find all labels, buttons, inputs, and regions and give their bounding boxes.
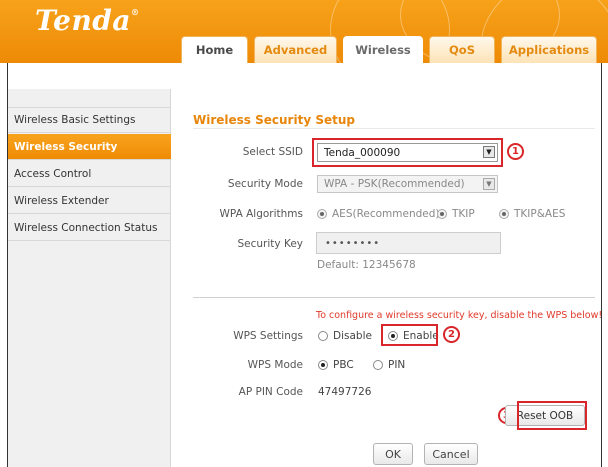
wpa-tkip-radio[interactable]: TKIP — [437, 208, 475, 220]
security-key-input[interactable]: •••••••• — [316, 232, 501, 254]
wpa-algorithms-label: WPA Algorithms — [219, 208, 303, 220]
logo-text: Tenda — [35, 4, 132, 37]
tab-qos[interactable]: QoS — [429, 36, 495, 63]
radio-icon[interactable] — [373, 360, 383, 370]
wps-disable-label: Disable — [333, 330, 372, 342]
radio-selected-icon[interactable] — [318, 360, 328, 370]
section-divider — [193, 297, 595, 298]
ap-pin-value: 47497726 — [318, 386, 372, 398]
radio-icon[interactable] — [499, 209, 509, 219]
callout-box-1 — [312, 138, 503, 167]
tab-home[interactable]: Home — [181, 36, 248, 63]
logo-registered-mark: ® — [131, 7, 140, 17]
sidebar-item-access-control[interactable]: Access Control — [8, 161, 171, 187]
tab-advanced[interactable]: Advanced — [254, 36, 337, 63]
sidebar-item-wireless-connection-status[interactable]: Wireless Connection Status — [8, 215, 171, 241]
security-mode-label: Security Mode — [227, 178, 303, 190]
security-mode-value: WPA - PSK(Recommended) — [324, 178, 465, 190]
main-tabs: Home Advanced Wireless QoS Applications — [181, 36, 597, 63]
dropdown-arrow-icon[interactable]: ▼ — [483, 178, 495, 190]
callout-number-2: 2 — [443, 326, 460, 343]
radio-icon[interactable] — [318, 331, 328, 341]
wpa-tkip-aes-label: TKIP&AES — [514, 208, 566, 220]
tab-applications[interactable]: Applications — [501, 36, 597, 63]
sidebar-item-wireless-extender[interactable]: Wireless Extender — [8, 188, 171, 214]
wps-pbc-radio[interactable]: PBC — [318, 359, 354, 371]
ap-pin-label: AP PIN Code — [238, 386, 303, 398]
radio-icon[interactable] — [437, 209, 447, 219]
callout-number-1: 1 — [507, 143, 524, 160]
wps-mode-label: WPS Mode — [247, 359, 303, 371]
frame-border-right — [601, 63, 602, 467]
security-key-default-hint: Default: 12345678 — [317, 259, 416, 271]
sidebar-item-wireless-basic-settings[interactable]: Wireless Basic Settings — [8, 107, 171, 133]
callout-box-2 — [381, 324, 438, 346]
wps-warning-text: To configure a wireless security key, di… — [316, 310, 603, 321]
wpa-tkip-aes-radio[interactable]: TKIP&AES — [499, 208, 565, 220]
wps-pbc-label: PBC — [333, 359, 354, 371]
wpa-aes-label: AES(Recommended) — [332, 208, 440, 220]
tab-wireless[interactable]: Wireless — [343, 36, 423, 63]
page-title: Wireless Security Setup — [193, 113, 355, 127]
header-bar: Tenda® Home Advanced Wireless QoS Applic… — [0, 0, 608, 63]
wps-settings-label: WPS Settings — [233, 330, 303, 342]
security-key-label: Security Key — [237, 238, 304, 250]
wps-disable-radio[interactable]: Disable — [318, 330, 372, 342]
tenda-logo: Tenda® — [35, 4, 140, 37]
ok-button[interactable]: OK — [373, 443, 413, 465]
select-ssid-label: Select SSID — [242, 146, 303, 158]
wpa-tkip-label: TKIP — [452, 208, 475, 220]
callout-box-3 — [517, 401, 587, 430]
wps-pin-radio[interactable]: PIN — [373, 359, 405, 371]
security-mode-dropdown[interactable]: WPA - PSK(Recommended) ▼ — [317, 175, 498, 193]
wpa-aes-radio[interactable]: AES(Recommended) — [317, 208, 440, 220]
title-underline — [193, 128, 595, 129]
sidebar-item-wireless-security[interactable]: Wireless Security — [8, 134, 171, 160]
cancel-button[interactable]: Cancel — [424, 443, 478, 465]
radio-selected-icon[interactable] — [317, 209, 327, 219]
sidebar: Wireless Basic Settings Wireless Securit… — [8, 89, 171, 467]
wps-pin-label: PIN — [388, 359, 406, 371]
